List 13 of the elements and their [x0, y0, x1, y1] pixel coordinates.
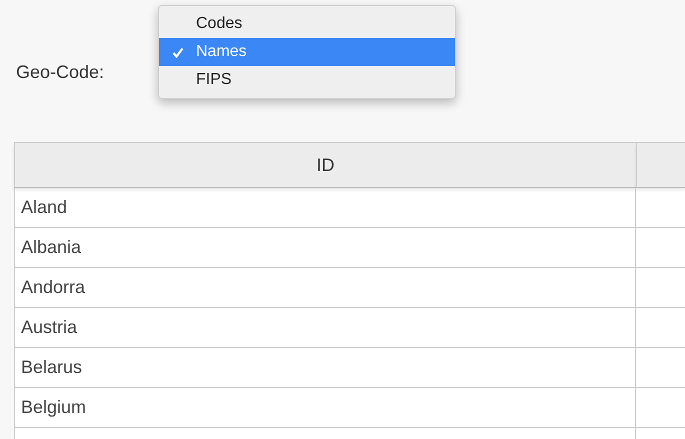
column-header[interactable]	[636, 143, 685, 188]
table-cell: Belgium	[14, 388, 635, 427]
column-header[interactable]: ID	[14, 143, 636, 188]
table-cell: Andorra	[14, 268, 635, 307]
checkmark-icon	[172, 46, 184, 58]
menu-option[interactable]: Codes	[159, 10, 455, 38]
table-cell: Aland	[14, 188, 635, 227]
menu-option[interactable]: FIPS	[159, 66, 455, 94]
table-cell: Austria	[14, 308, 635, 347]
table-cell: Albania	[14, 228, 635, 267]
table-cell: Belarus	[14, 348, 635, 387]
geo-code-label: Geo-Code:	[16, 62, 104, 83]
menu-option[interactable]: Names	[159, 38, 455, 66]
